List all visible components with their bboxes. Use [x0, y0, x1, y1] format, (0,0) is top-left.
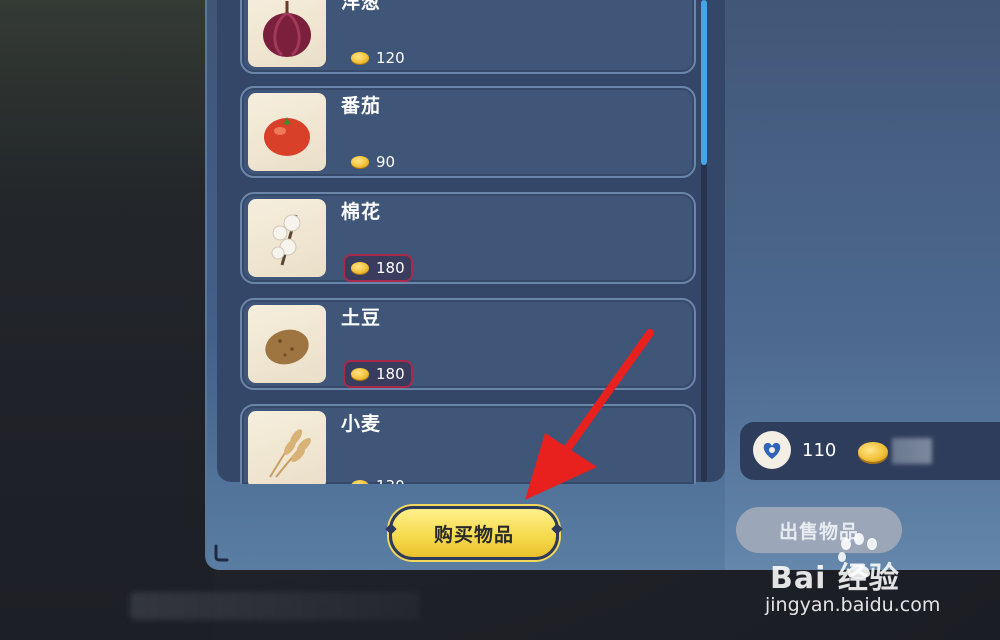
item-price: 120 [343, 44, 413, 72]
price-value: 90 [376, 153, 396, 171]
item-price-insufficient: 180 [343, 254, 413, 282]
potato-icon [248, 305, 326, 383]
coin-icon [351, 156, 369, 168]
coin-icon [858, 442, 888, 462]
sell-area [725, 0, 1000, 570]
red-annotation-arrow-icon [525, 329, 654, 500]
tomato-icon [248, 93, 326, 171]
corner-hook-icon [214, 544, 229, 562]
coin-icon [351, 368, 369, 380]
item-name: 番茄 [341, 95, 382, 117]
item-price: 130 [343, 472, 413, 484]
cotton-icon [248, 199, 326, 277]
blurred-caption [130, 592, 420, 620]
baidu-paw-icon [838, 533, 877, 579]
shop-item-tomato[interactable]: 番茄 90 [240, 86, 696, 178]
coin-count-redacted [892, 438, 932, 464]
coin-icon [351, 262, 369, 274]
price-value: 180 [376, 365, 405, 383]
price-value: 130 [376, 477, 405, 484]
token-count: 110 [802, 440, 837, 461]
shop-item-onion[interactable]: 洋葱 120 [240, 0, 696, 74]
wheat-icon [248, 411, 326, 484]
buy-items-button[interactable]: 购买物品 [389, 506, 559, 560]
watermark-url: jingyan.baidu.com [765, 594, 941, 616]
scrollbar-thumb[interactable] [701, 0, 707, 165]
coin-icon [351, 480, 369, 484]
item-name: 棉花 [341, 201, 382, 223]
item-name: 土豆 [341, 307, 382, 329]
item-name: 洋葱 [341, 0, 382, 13]
shop-item-cotton[interactable]: 棉花 180 [240, 192, 696, 284]
onion-icon [248, 0, 326, 67]
coin-icon [351, 52, 369, 64]
item-price: 90 [343, 148, 403, 176]
item-list-scrollbar[interactable] [701, 0, 707, 482]
item-name: 小麦 [341, 413, 382, 435]
game-background [0, 0, 215, 640]
heart-token-icon [753, 431, 791, 469]
wallet-bar: 110 [740, 422, 1000, 480]
price-value: 180 [376, 259, 405, 277]
item-price-insufficient: 180 [343, 360, 413, 388]
price-value: 120 [376, 49, 405, 67]
